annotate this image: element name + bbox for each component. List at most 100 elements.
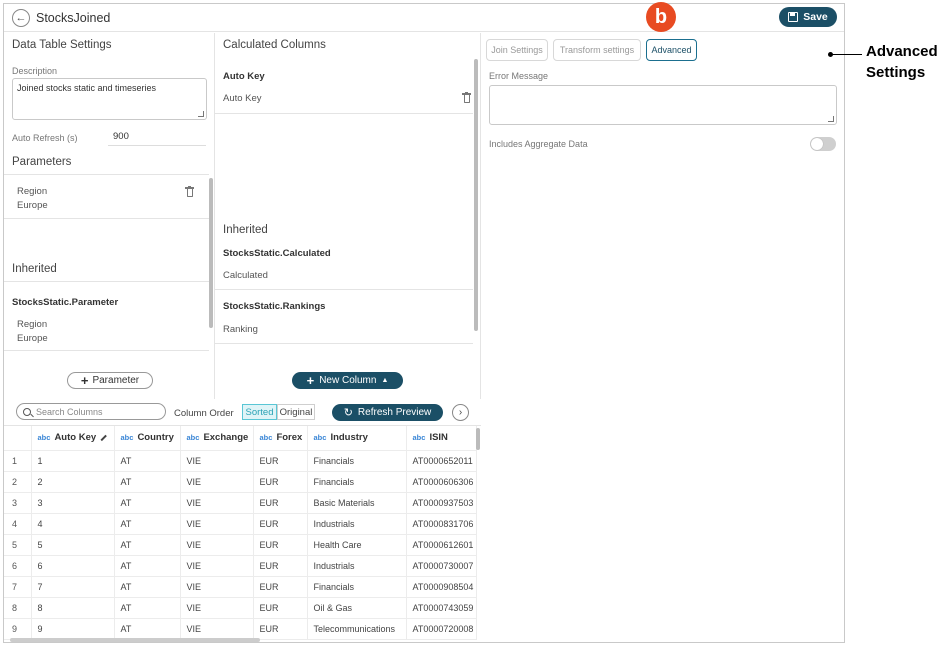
- grid-horizontal-scrollbar[interactable]: [10, 638, 260, 642]
- table-cell[interactable]: 1: [31, 450, 115, 472]
- calculated-column-card-autokey[interactable]: Auto Key Auto Key: [215, 61, 473, 114]
- auto-refresh-input[interactable]: 900: [108, 131, 206, 146]
- table-cell[interactable]: 4: [31, 513, 115, 535]
- table-cell[interactable]: Industrials: [307, 513, 407, 535]
- table-cell[interactable]: AT0000730007: [406, 555, 477, 577]
- table-cell[interactable]: AT: [114, 534, 181, 556]
- search-columns-input[interactable]: [36, 406, 156, 417]
- table-cell[interactable]: EUR: [253, 576, 308, 598]
- table-cell[interactable]: Telecommunications: [307, 618, 407, 640]
- middle-panel-scrollbar[interactable]: [474, 59, 478, 331]
- expand-panel-button[interactable]: ›: [452, 404, 469, 421]
- table-cell[interactable]: 2: [31, 471, 115, 493]
- table-row[interactable]: 7 7 AT VIE EUR Financials AT0000908504: [4, 576, 477, 598]
- table-row[interactable]: 9 9 AT VIE EUR Telecommunications AT0000720008: [4, 618, 477, 640]
- table-cell[interactable]: EUR: [253, 534, 308, 556]
- table-cell[interactable]: 6: [31, 555, 115, 577]
- table-cell[interactable]: VIE: [180, 534, 254, 556]
- tab-transform-settings[interactable]: Transform settings: [553, 39, 641, 61]
- inherited-column-value: Ranking: [223, 324, 258, 335]
- trash-icon[interactable]: [462, 91, 471, 103]
- table-cell[interactable]: AT: [114, 513, 181, 535]
- table-cell[interactable]: AT0000743059: [406, 597, 477, 619]
- save-button[interactable]: Save: [779, 7, 837, 27]
- table-row[interactable]: 4 4 AT VIE EUR Industrials AT0000831706: [4, 513, 477, 535]
- table-cell[interactable]: AT0000652011: [406, 450, 477, 472]
- table-cell[interactable]: Health Care: [307, 534, 407, 556]
- preview-table: abc Auto Key abc Country abc Exchange abc Fo…: [4, 426, 477, 640]
- tab-advanced[interactable]: Advanced: [646, 39, 697, 61]
- grid-vertical-scrollbar[interactable]: [476, 428, 480, 450]
- back-button[interactable]: ←: [12, 9, 30, 27]
- table-cell[interactable]: AT0000908504: [406, 576, 477, 598]
- column-header-industry[interactable]: abc Industry: [307, 426, 407, 451]
- add-parameter-button[interactable]: + Parameter: [67, 372, 153, 389]
- column-header-exchange[interactable]: abc Exchange: [180, 426, 254, 451]
- table-row[interactable]: 8 8 AT VIE EUR Oil & Gas AT0000743059: [4, 597, 477, 619]
- table-cell[interactable]: VIE: [180, 555, 254, 577]
- pencil-icon[interactable]: [100, 434, 107, 441]
- table-cell[interactable]: EUR: [253, 618, 308, 640]
- trash-icon[interactable]: [185, 185, 194, 197]
- resize-handle-icon[interactable]: [198, 111, 204, 117]
- table-cell[interactable]: EUR: [253, 492, 308, 514]
- table-cell[interactable]: VIE: [180, 576, 254, 598]
- table-cell[interactable]: AT0000720008: [406, 618, 477, 640]
- table-cell[interactable]: VIE: [180, 492, 254, 514]
- table-cell[interactable]: EUR: [253, 450, 308, 472]
- table-cell[interactable]: VIE: [180, 471, 254, 493]
- table-cell[interactable]: AT: [114, 618, 181, 640]
- table-cell[interactable]: EUR: [253, 513, 308, 535]
- table-cell[interactable]: AT: [114, 471, 181, 493]
- table-cell[interactable]: 7: [31, 576, 115, 598]
- table-cell[interactable]: 3: [31, 492, 115, 514]
- table-cell[interactable]: AT0000606306: [406, 471, 477, 493]
- table-cell[interactable]: Financials: [307, 471, 407, 493]
- new-column-button[interactable]: + New Column ▲: [292, 372, 403, 389]
- table-row[interactable]: 2 2 AT VIE EUR Financials AT0000606306: [4, 471, 477, 493]
- table-cell[interactable]: Industrials: [307, 555, 407, 577]
- column-header-isin[interactable]: abc ISIN: [406, 426, 477, 451]
- table-cell[interactable]: Financials: [307, 450, 407, 472]
- table-cell[interactable]: 5: [31, 534, 115, 556]
- table-cell[interactable]: 9: [31, 618, 115, 640]
- resize-handle-icon[interactable]: [828, 116, 834, 122]
- table-cell[interactable]: AT: [114, 597, 181, 619]
- table-cell[interactable]: AT0000937503: [406, 492, 477, 514]
- refresh-preview-button[interactable]: ↻ Refresh Preview: [332, 404, 443, 421]
- table-cell[interactable]: VIE: [180, 597, 254, 619]
- table-row[interactable]: 5 5 AT VIE EUR Health Care AT0000612601: [4, 534, 477, 556]
- column-header-country[interactable]: abc Country: [114, 426, 181, 451]
- description-field[interactable]: Joined stocks static and timeseries: [12, 78, 207, 120]
- table-row[interactable]: 6 6 AT VIE EUR Industrials AT0000730007: [4, 555, 477, 577]
- table-cell[interactable]: VIE: [180, 513, 254, 535]
- table-cell[interactable]: Basic Materials: [307, 492, 407, 514]
- table-cell[interactable]: AT: [114, 492, 181, 514]
- sorted-toggle[interactable]: Sorted: [242, 404, 277, 420]
- search-columns-box[interactable]: [16, 403, 166, 420]
- table-cell[interactable]: AT0000612601: [406, 534, 477, 556]
- table-row[interactable]: 1 1 AT VIE EUR Financials AT0000652011: [4, 450, 477, 472]
- table-cell[interactable]: Financials: [307, 576, 407, 598]
- table-cell[interactable]: AT: [114, 555, 181, 577]
- table-cell[interactable]: 8: [31, 597, 115, 619]
- table-row[interactable]: 3 3 AT VIE EUR Basic Materials AT0000937503: [4, 492, 477, 514]
- table-cell[interactable]: AT: [114, 576, 181, 598]
- table-cell[interactable]: EUR: [253, 471, 308, 493]
- aggregate-data-toggle[interactable]: [810, 137, 836, 151]
- table-cell[interactable]: AT: [114, 450, 181, 472]
- column-header-auto-key[interactable]: abc Auto Key: [31, 426, 115, 451]
- original-toggle[interactable]: Original: [277, 404, 315, 420]
- column-header-forex[interactable]: abc Forex: [253, 426, 308, 451]
- table-cell[interactable]: Oil & Gas: [307, 597, 407, 619]
- table-cell[interactable]: VIE: [180, 450, 254, 472]
- left-panel-scrollbar[interactable]: [209, 178, 213, 328]
- table-cell[interactable]: VIE: [180, 618, 254, 640]
- column-header-label: Exchange: [203, 432, 249, 444]
- table-cell[interactable]: EUR: [253, 597, 308, 619]
- tab-join-settings[interactable]: Join Settings: [486, 39, 548, 61]
- parameter-card-region[interactable]: Region Europe: [4, 174, 209, 219]
- error-message-field[interactable]: [489, 85, 837, 125]
- table-cell[interactable]: AT0000831706: [406, 513, 477, 535]
- table-cell[interactable]: EUR: [253, 555, 308, 577]
